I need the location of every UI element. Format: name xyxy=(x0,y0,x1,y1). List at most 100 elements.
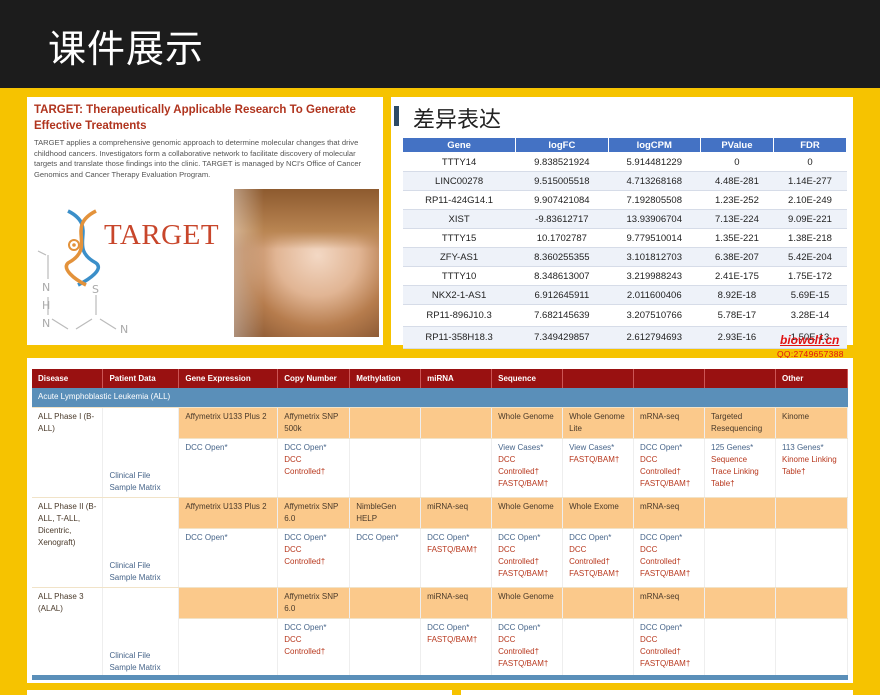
access-link[interactable]: Kinome Linking Table† xyxy=(782,454,841,478)
column-header: FDR xyxy=(772,137,848,153)
access-cell: DCC Open* xyxy=(178,438,279,498)
slide-header: 课件展示 xyxy=(0,0,880,88)
table-cell: 1.35E-221 xyxy=(700,228,774,248)
table-cell: XIST xyxy=(402,209,516,229)
patient-data-cell: Clinical File Sample Matrix xyxy=(102,407,180,498)
access-link[interactable]: DCC Open* xyxy=(185,442,271,454)
access-cell: DCC Open* FASTQ/BAM† xyxy=(420,618,493,678)
access-link[interactable]: FASTQ/BAM† xyxy=(498,568,556,580)
access-link[interactable]: DCC Controlled† xyxy=(498,634,556,658)
patient-link[interactable]: Sample Matrix xyxy=(109,572,172,584)
access-link[interactable]: DCC Controlled† xyxy=(284,634,343,658)
access-link[interactable]: FASTQ/BAM† xyxy=(427,544,485,556)
table-cell: TTTY14 xyxy=(402,152,516,172)
access-link[interactable]: FASTQ/BAM† xyxy=(498,658,556,670)
target-heading: TARGET: Therapeutically Applicable Resea… xyxy=(34,104,356,132)
access-link[interactable]: DCC Controlled† xyxy=(640,454,698,478)
table-cell: RP11-424G14.1 xyxy=(402,190,516,210)
table-cell: 1.14E-277 xyxy=(773,171,847,191)
access-link[interactable]: View Cases* xyxy=(569,442,627,454)
access-link[interactable]: DCC Controlled† xyxy=(284,544,343,568)
patient-link[interactable]: Sample Matrix xyxy=(109,662,172,674)
access-link[interactable]: FASTQ/BAM† xyxy=(640,658,698,670)
access-cell: DCC Open* DCC Controlled† FASTQ/BAM† xyxy=(633,618,706,678)
table-cell: 9.515005518 xyxy=(515,171,609,191)
table-cell: 5.42E-204 xyxy=(773,247,847,267)
table-cell: 9.838521924 xyxy=(515,152,609,172)
platform-row: ALL Phase 3 (ALAL) Clinical File Sample Ma… xyxy=(32,587,849,678)
access-link[interactable]: FASTQ/BAM† xyxy=(427,634,485,646)
platform-cell: Affymetrix SNP 6.0 xyxy=(277,497,351,529)
table-cell: RP11-358H18.3 xyxy=(402,326,516,349)
patient-link[interactable]: Clinical File xyxy=(109,650,172,662)
table-cell: 2.41E-175 xyxy=(700,266,774,286)
phase-name[interactable]: ALL Phase 3 (ALAL) xyxy=(32,587,104,678)
access-link[interactable]: DCC Controlled† xyxy=(569,544,627,568)
access-link[interactable]: 125 Genes* xyxy=(711,442,769,454)
table-cell: 9.09E-221 xyxy=(773,209,847,229)
access-cell: View Cases* DCC Controlled† FASTQ/BAM† xyxy=(491,438,564,498)
access-link[interactable]: DCC Open* xyxy=(569,532,627,544)
access-link[interactable]: DCC Open* xyxy=(284,442,343,454)
access-link[interactable]: DCC Controlled† xyxy=(498,544,556,568)
table-cell: 1.23E-252 xyxy=(700,190,774,210)
matrix-column-header: Other xyxy=(775,369,849,388)
access-link[interactable]: DCC Open* xyxy=(284,532,343,544)
access-cell xyxy=(704,528,776,588)
access-link[interactable]: DCC Controlled† xyxy=(498,454,556,478)
access-link[interactable]: FASTQ/BAM† xyxy=(640,568,698,580)
section-label[interactable]: Acute Lymphoblastic Leukemia (ALL) xyxy=(32,388,848,408)
patient-link[interactable]: Clinical File xyxy=(109,560,172,572)
access-link[interactable]: FASTQ/BAM† xyxy=(569,568,627,580)
platform-cell: Whole Genome Lite xyxy=(562,407,635,439)
access-link[interactable]: DCC Open* xyxy=(356,532,414,544)
access-link[interactable]: DCC Open* xyxy=(640,532,698,544)
column-header: Gene xyxy=(401,137,517,153)
access-link[interactable]: View Cases* xyxy=(498,442,556,454)
diff-expression-title: 差异表达 xyxy=(413,108,502,133)
access-cell: DCC Open* xyxy=(349,528,422,588)
patient-link[interactable]: Clinical File xyxy=(109,470,172,482)
access-link[interactable]: Sequence Trace Linking Table† xyxy=(711,454,769,490)
access-link[interactable]: DCC Open* xyxy=(640,442,698,454)
access-cell xyxy=(178,618,279,678)
phase-name[interactable]: ALL Phase II (B-ALL, T-ALL, Dicentric, X… xyxy=(32,497,104,588)
platform-cell xyxy=(349,587,422,619)
access-cell: DCC Open* DCC Controlled† xyxy=(277,528,351,588)
phase-name[interactable]: ALL Phase I (B-ALL) xyxy=(32,407,104,498)
access-link[interactable]: DCC Open* xyxy=(427,532,485,544)
table-row: ZFY-AS1 8.360255355 3.101812703 6.38E-207 5.… xyxy=(402,247,847,267)
access-link[interactable]: FASTQ/BAM† xyxy=(640,478,698,490)
patient-link[interactable]: Sample Matrix xyxy=(109,482,172,494)
table-cell: 2.011600406 xyxy=(608,285,701,305)
access-link[interactable]: DCC Open* xyxy=(498,532,556,544)
table-cell: 10.1702787 xyxy=(515,228,609,248)
access-link[interactable]: DCC Open* xyxy=(284,622,343,634)
access-link[interactable]: 113 Genes* xyxy=(782,442,841,454)
table-cell: 8.92E-18 xyxy=(700,285,774,305)
access-link[interactable]: FASTQ/BAM† xyxy=(498,478,556,490)
access-link[interactable]: DCC Controlled† xyxy=(284,454,343,478)
access-link[interactable]: DCC Controlled† xyxy=(640,634,698,658)
table-cell: 6.38E-207 xyxy=(700,247,774,267)
table-cell: RP11-896J10.3 xyxy=(402,304,516,327)
platform-cell xyxy=(420,407,493,439)
patient-data-cell: Clinical File Sample Matrix xyxy=(102,497,180,588)
access-link[interactable]: FASTQ/BAM† xyxy=(569,454,627,466)
table-cell: 1.38E-218 xyxy=(773,228,847,248)
matrix-header-row: Disease Patient Data Gene Expression Copy N… xyxy=(32,369,849,388)
table-cell: 5.78E-17 xyxy=(700,304,774,327)
access-link[interactable]: DCC Open* xyxy=(185,532,271,544)
access-cell: DCC Open* FASTQ/BAM† xyxy=(420,528,493,588)
platform-cell: Affymetrix SNP 6.0 xyxy=(277,587,351,619)
table-header-row: Gene logFC logCPM PValue FDR xyxy=(401,137,848,153)
diff-expression-table: Gene logFC logCPM PValue FDR TTTY14 9.8385219… xyxy=(401,137,848,349)
access-link[interactable]: DCC Open* xyxy=(640,622,698,634)
access-link[interactable]: DCC Open* xyxy=(498,622,556,634)
access-link[interactable]: DCC Controlled† xyxy=(640,544,698,568)
table-cell: 7.192805508 xyxy=(608,190,701,210)
table-cell: 1.75E-172 xyxy=(773,266,847,286)
watermark-site[interactable]: biowolf.cn xyxy=(780,333,839,347)
access-link[interactable]: DCC Open* xyxy=(427,622,485,634)
table-cell: 0 xyxy=(773,152,847,172)
